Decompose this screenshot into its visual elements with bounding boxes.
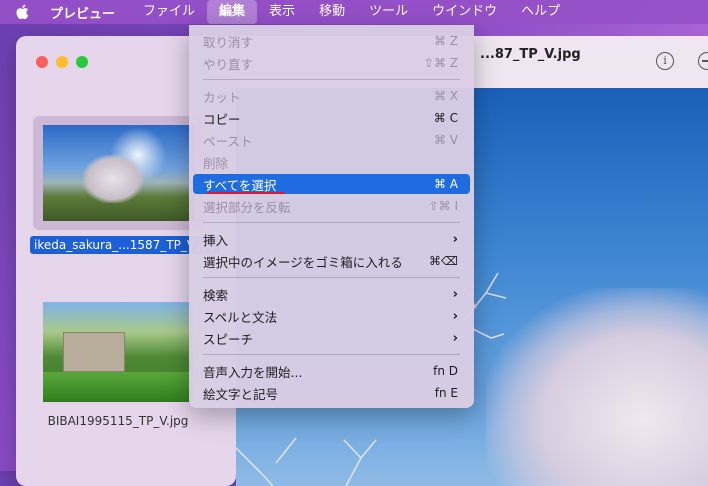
apple-icon [16,4,29,20]
menu-item-invert-selection[interactable]: 選択部分を反転 ⇧⌘ I [193,196,470,216]
menu-item-start-dictation[interactable]: 音声入力を開始... fn D [193,361,470,381]
shortcut-label: ⌘⌫ [429,254,458,268]
menu-separator [203,277,460,278]
menu-item-redo[interactable]: やり直す ⇧⌘ Z [193,53,470,73]
menu-app-name[interactable]: プレビュー [44,3,125,22]
menu-bar: プレビュー ファイル 編集 表示 移動 ツール ウインドウ ヘルプ [0,0,708,24]
shortcut-label: fn E [434,386,458,400]
thumbnail-house [63,332,125,372]
menu-item-cut[interactable]: カット ⌘ X [193,86,470,106]
shortcut-label: ⇧⌘ Z [423,56,458,70]
menu-file[interactable]: ファイル [131,0,207,24]
window-title: ...87_TP_V.jpg [480,47,581,62]
menu-item-find[interactable]: 検索 › [193,284,470,304]
menu-go[interactable]: 移動 [307,0,357,24]
zoom-out-icon[interactable] [698,52,708,70]
menu-item-move-to-trash[interactable]: 選択中のイメージをゴミ箱に入れる ⌘⌫ [193,251,470,271]
menu-window[interactable]: ウインドウ [420,0,509,24]
window-controls [36,56,88,68]
menu-edit[interactable]: 編集 [207,0,258,24]
menu-item-delete[interactable]: 削除 [193,152,470,172]
thumbnail-bibai[interactable] [43,302,193,402]
file-name[interactable]: BIBAI1995115_TP_V.jpg [16,414,220,428]
thumbnail-sakura[interactable] [43,125,195,221]
shortcut-label: ⌘ A [433,177,458,191]
menu-tools[interactable]: ツール [357,0,420,24]
shortcut-label: fn D [433,364,458,378]
close-window-button[interactable] [36,56,48,68]
red-annotation-underline [207,192,285,194]
chevron-right-icon: › [452,286,458,302]
menu-view[interactable]: 表示 [257,0,307,24]
menu-item-copy[interactable]: コピー ⌘ C [193,108,470,128]
menu-item-emoji-symbols[interactable]: 絵文字と記号 fn E [193,383,470,403]
menu-item-select-all[interactable]: すべてを選択 ⌘ A [193,174,470,194]
shortcut-label: ⌘ C [433,111,458,125]
menu-separator [203,222,460,223]
chevron-right-icon: › [452,308,458,324]
shortcut-label: ⇧⌘ I [428,199,458,213]
menu-item-spelling-grammar[interactable]: スペルと文法 › [193,306,470,326]
minimize-window-button[interactable] [56,56,68,68]
apple-menu[interactable] [0,4,44,20]
shortcut-label: ⌘ Z [433,34,458,48]
menu-separator [203,354,460,355]
info-icon[interactable]: i [656,52,674,70]
thumbnail-tree [83,155,143,203]
menu-item-undo[interactable]: 取り消す ⌘ Z [193,31,470,51]
thumbnail-grass [43,372,193,402]
chevron-right-icon: › [452,231,458,247]
menu-item-speech[interactable]: スピーチ › [193,328,470,348]
fullscreen-window-button[interactable] [76,56,88,68]
chevron-right-icon: › [452,330,458,346]
menu-item-paste[interactable]: ペースト ⌘ V [193,130,470,150]
edit-menu-dropdown: 取り消す ⌘ Z やり直す ⇧⌘ Z カット ⌘ X コピー ⌘ C ペースト … [189,25,474,408]
menu-item-insert[interactable]: 挿入 › [193,229,470,249]
menu-help[interactable]: ヘルプ [509,0,572,24]
shortcut-label: ⌘ V [433,133,458,147]
menu-separator [203,79,460,80]
shortcut-label: ⌘ X [433,89,458,103]
